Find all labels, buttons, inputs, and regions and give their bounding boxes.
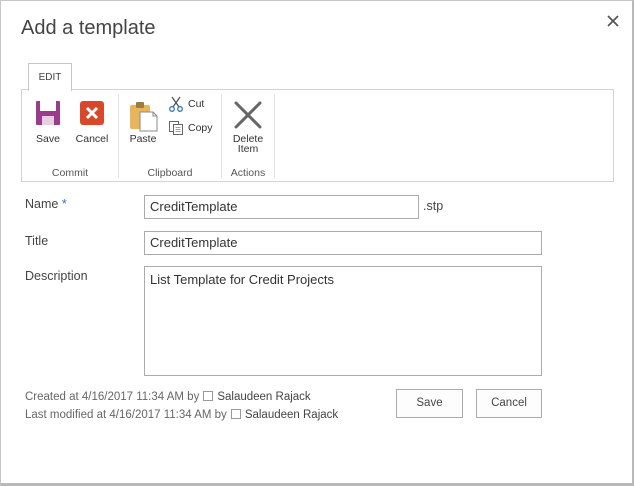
- user-presence-icon: [203, 391, 214, 401]
- description-textarea[interactable]: List Template for Credit Projects: [144, 266, 542, 376]
- ribbon-cut-button[interactable]: Cut: [168, 96, 204, 112]
- created-info: Created at 4/16/2017 11:34 AM by Salaudee…: [25, 391, 311, 403]
- ribbon-cancel-button[interactable]: Cancel: [72, 100, 112, 145]
- tab-edit[interactable]: EDIT: [28, 63, 72, 91]
- cancel-icon: [80, 101, 104, 125]
- ribbon: Save Cancel Commit Paste Cut Copy Clipbo…: [21, 89, 614, 182]
- copy-icon: [169, 121, 183, 135]
- ribbon-cancel-label: Cancel: [75, 133, 109, 145]
- modified-user-link[interactable]: Salaudeen Rajack: [245, 409, 338, 421]
- title-input[interactable]: CreditTemplate: [144, 231, 542, 255]
- ribbon-group-commit-label: Commit: [51, 167, 89, 179]
- scissors-icon: [169, 96, 183, 112]
- close-icon[interactable]: [605, 13, 621, 29]
- ribbon-delete-label-line2: Item: [237, 143, 259, 155]
- title-field-label: Title: [25, 234, 49, 248]
- ribbon-group-actions: Delete Item Actions: [222, 90, 274, 181]
- paste-icon: [130, 102, 158, 132]
- description-field-label: Description: [25, 269, 88, 283]
- name-field-label: Name *: [25, 197, 67, 211]
- ribbon-group-clipboard-label: Clipboard: [147, 167, 193, 179]
- save-icon: [36, 101, 60, 125]
- user-presence-icon: [230, 409, 241, 419]
- name-input[interactable]: CreditTemplate: [144, 195, 419, 219]
- ribbon-save-label: Save: [36, 133, 60, 145]
- modified-text: Last modified at 4/16/2017 11:34 AM by: [25, 409, 227, 421]
- dialog-title: Add a template: [21, 17, 156, 39]
- save-button[interactable]: Save: [396, 389, 463, 418]
- ribbon-save-button[interactable]: Save: [28, 100, 68, 145]
- ribbon-delete-item-button[interactable]: Delete Item: [228, 100, 268, 154]
- ribbon-paste-label: Paste: [129, 133, 157, 145]
- ribbon-copy-label: Copy: [188, 122, 213, 134]
- name-suffix: .stp: [423, 199, 444, 213]
- modified-info: Last modified at 4/16/2017 11:34 AM by Sa…: [25, 409, 338, 421]
- ribbon-group-clipboard: Paste Cut Copy Clipboard: [119, 90, 221, 181]
- cancel-button[interactable]: Cancel: [476, 389, 542, 418]
- ribbon-cut-label: Cut: [188, 98, 205, 110]
- ribbon-separator: [274, 94, 275, 178]
- created-text: Created at 4/16/2017 11:34 AM by: [25, 391, 200, 403]
- ribbon-paste-button[interactable]: Paste: [125, 100, 161, 145]
- ribbon-group-commit: Save Cancel Commit: [22, 90, 118, 181]
- add-template-dialog: Add a template EDIT Save Cancel Commit P…: [0, 0, 634, 486]
- required-marker: *: [61, 197, 67, 211]
- name-label-text: Name: [25, 197, 59, 211]
- ribbon-copy-button[interactable]: Copy: [168, 120, 213, 136]
- delete-icon: [234, 101, 262, 129]
- ribbon-group-actions-label: Actions: [230, 167, 266, 179]
- created-user-link[interactable]: Salaudeen Rajack: [217, 391, 310, 403]
